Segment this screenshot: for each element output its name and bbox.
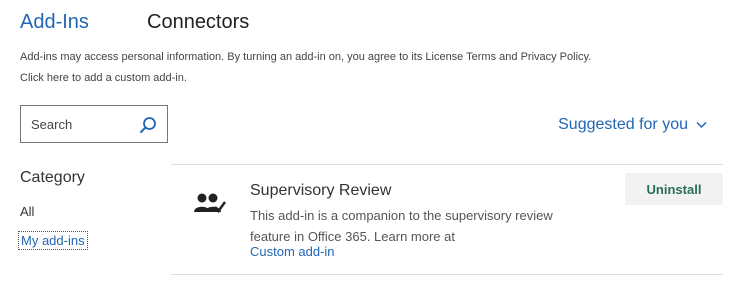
suggested-filter-dropdown[interactable]: Suggested for you bbox=[558, 116, 707, 134]
add-in-name: Supervisory Review bbox=[250, 182, 392, 199]
search-box bbox=[20, 105, 168, 143]
custom-add-in-link[interactable]: Click here to add a custom add-in. bbox=[20, 72, 187, 84]
privacy-notice: Add-ins may access personal information.… bbox=[20, 51, 592, 63]
users-check-icon bbox=[193, 192, 229, 218]
tab-connectors[interactable]: Connectors bbox=[147, 11, 249, 34]
list-divider bbox=[171, 274, 723, 275]
tab-add-ins[interactable]: Add-Ins bbox=[20, 11, 89, 34]
suggested-filter-label: Suggested for you bbox=[558, 116, 688, 133]
add-in-description: This add-in is a companion to the superv… bbox=[250, 208, 553, 244]
category-item-my-add-ins[interactable]: My add-ins bbox=[18, 231, 88, 250]
search-icon[interactable] bbox=[139, 116, 157, 134]
uninstall-button[interactable]: Uninstall bbox=[625, 173, 723, 205]
chevron-down-icon bbox=[696, 116, 707, 134]
list-divider bbox=[171, 164, 723, 165]
category-item-all[interactable]: All bbox=[20, 204, 34, 219]
category-heading: Category bbox=[20, 169, 85, 186]
add-in-type-link[interactable]: Custom add-in bbox=[250, 244, 335, 259]
search-input[interactable] bbox=[21, 106, 131, 142]
